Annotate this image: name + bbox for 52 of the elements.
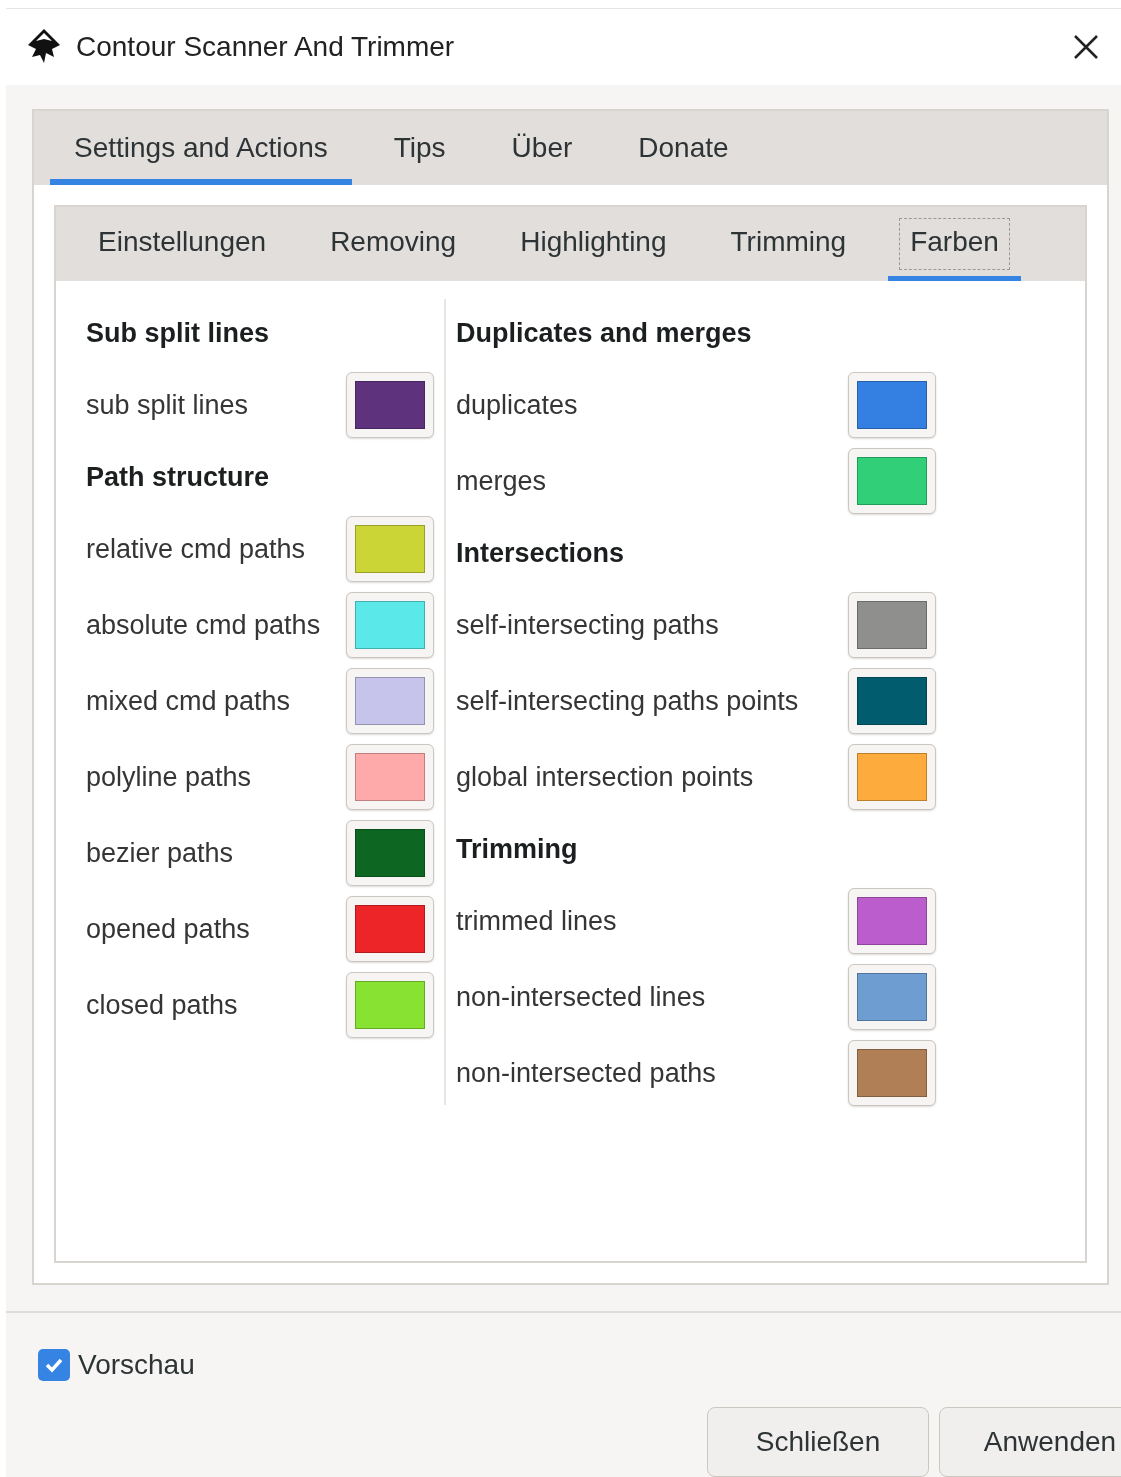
checkbox-label: Vorschau xyxy=(78,1349,195,1381)
section-heading: Trimming xyxy=(456,832,579,866)
tab[interactable]: Einstellungen xyxy=(76,207,289,281)
color-button[interactable] xyxy=(346,744,434,810)
window-title: Contour Scanner And Trimmer xyxy=(76,31,456,63)
color-label: relative cmd paths xyxy=(86,533,306,565)
color-label: sub split lines xyxy=(86,389,249,421)
color-label: global intersection points xyxy=(456,761,754,793)
color-button[interactable] xyxy=(346,668,434,734)
preview-checkbox[interactable]: Vorschau xyxy=(38,1349,1121,1381)
section-heading: Intersections xyxy=(456,536,626,570)
section-heading: Path structure xyxy=(86,460,271,494)
color-label: closed paths xyxy=(86,989,238,1021)
color-button[interactable] xyxy=(848,964,936,1030)
color-button[interactable] xyxy=(848,372,936,438)
color-button[interactable] xyxy=(346,896,434,962)
color-label: mixed cmd paths xyxy=(86,685,291,717)
color-button[interactable] xyxy=(848,888,936,954)
color-label: self-intersecting paths points xyxy=(456,685,799,717)
color-button[interactable] xyxy=(346,972,434,1038)
color-button[interactable] xyxy=(346,592,434,658)
color-button[interactable] xyxy=(346,516,434,582)
color-label: opened paths xyxy=(86,913,250,945)
color-button[interactable] xyxy=(346,820,434,886)
color-button[interactable] xyxy=(346,372,434,438)
checkbox[interactable] xyxy=(38,1349,70,1381)
color-button[interactable] xyxy=(848,668,936,734)
tab[interactable]: Settings and Actions xyxy=(50,111,352,185)
tab[interactable]: Farben xyxy=(888,207,1021,281)
color-button[interactable] xyxy=(848,744,936,810)
color-label: merges xyxy=(456,465,547,497)
tab[interactable]: Über xyxy=(487,111,597,185)
dialog-button[interactable]: Anwenden xyxy=(939,1407,1121,1477)
tab[interactable]: Tips xyxy=(369,111,470,185)
color-label: self-intersecting paths xyxy=(456,609,719,641)
color-button[interactable] xyxy=(848,592,936,658)
color-label: duplicates xyxy=(456,389,578,421)
section-heading: Sub split lines xyxy=(86,316,271,350)
color-button[interactable] xyxy=(848,448,936,514)
tab[interactable]: Trimming xyxy=(708,207,869,281)
color-label: polyline paths xyxy=(86,761,252,793)
section-heading: Duplicates and merges xyxy=(456,316,753,350)
tab[interactable]: Highlighting xyxy=(498,207,689,281)
color-label: non-intersected paths xyxy=(456,1057,716,1089)
tab[interactable]: Removing xyxy=(308,207,479,281)
tab[interactable]: Donate xyxy=(614,111,753,185)
color-label: absolute cmd paths xyxy=(86,609,321,641)
color-button[interactable] xyxy=(848,1040,936,1106)
color-label: non-intersected lines xyxy=(456,981,706,1013)
dialog-button[interactable]: Schließen xyxy=(707,1407,929,1477)
color-label: bezier paths xyxy=(86,837,234,869)
color-label: trimmed lines xyxy=(456,905,617,937)
